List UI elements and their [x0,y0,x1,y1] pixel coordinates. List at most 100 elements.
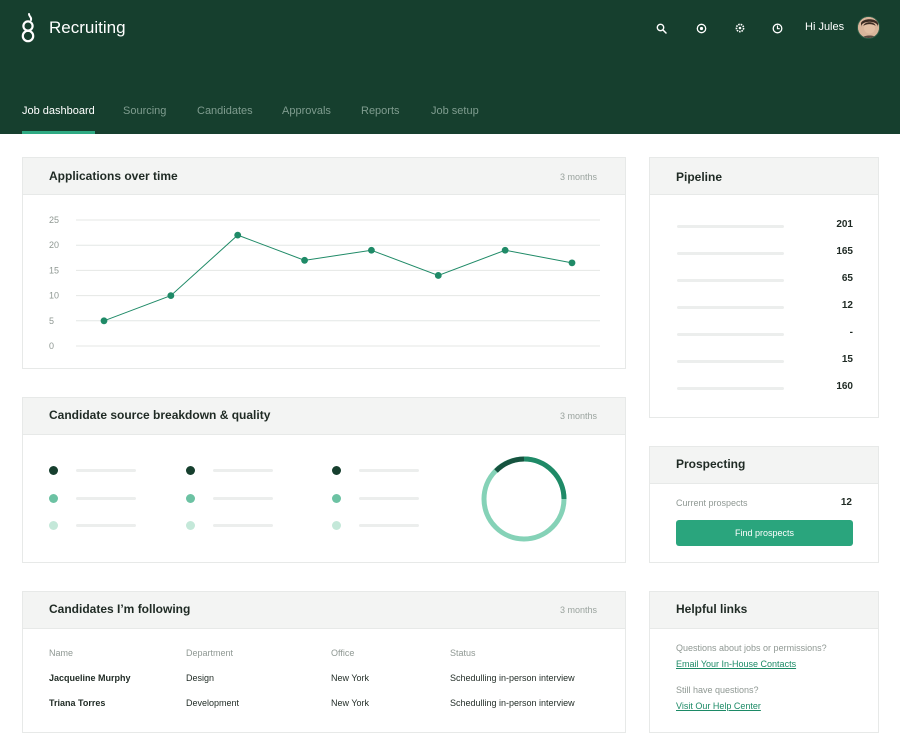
pipeline-card: Pipeline 201 165 65 12 - 15 160 [649,157,879,418]
source-legend-dot [49,521,58,530]
source-legend-dot [49,494,58,503]
following-card: Candidates I’m following 3 months Name D… [22,591,626,733]
data-point[interactable] [167,292,175,299]
data-point[interactable] [234,231,242,239]
tab-candidates[interactable]: Candidates [197,105,253,117]
help-center-link[interactable]: Visit Our Help Center [676,701,761,711]
target-icon[interactable] [693,20,709,36]
data-point[interactable] [568,259,576,267]
candidate-department: Design [186,673,215,683]
pipeline-stage-row[interactable]: 165 [677,246,853,260]
tab-sourcing[interactable]: Sourcing [123,105,166,117]
pipeline-stage-count: 65 [841,273,853,284]
tab-job-setup[interactable]: Job setup [431,105,479,117]
pipeline-stage-count: 12 [841,300,853,311]
applications-line-chart: 0 5 10 15 20 25 [49,215,600,351]
pipeline-stage-count: 15 [841,354,853,365]
source-legend-dot [332,521,341,530]
pipeline-stage-row[interactable]: - [677,327,853,341]
active-tab-indicator [22,131,95,134]
prospecting-title: Prospecting [676,457,746,471]
source-legend-bar [76,469,136,472]
source-card-header: Candidate source breakdown & quality 3 m… [23,398,625,435]
y-tick-label: 20 [49,240,59,250]
y-tick-label: 25 [49,215,59,225]
user-avatar[interactable] [857,16,880,39]
following-card-header: Candidates I’m following 3 months [23,592,625,629]
pipeline-stage-bar [677,360,784,363]
pipeline-stage-count: - [849,327,853,338]
source-legend-dot [186,521,195,530]
candidate-office: New York [331,698,370,708]
data-point[interactable] [434,272,442,279]
pipeline-stage-count: 160 [836,381,853,392]
source-donut-chart [481,456,567,542]
helpful-links-card-header: Helpful links [650,592,878,629]
data-point[interactable] [368,246,375,254]
candidate-name-link[interactable]: Triana Torres [49,698,105,708]
email-contacts-link[interactable]: Email Your In-House Contacts [676,659,796,669]
pipeline-stage-bar [677,279,784,282]
column-header-department: Department [186,648,234,658]
source-legend-bar [213,469,273,472]
pipeline-stage-bar [677,387,784,390]
find-prospects-button[interactable]: Find prospects [676,520,853,546]
tab-reports[interactable]: Reports [361,105,400,117]
pipeline-stage-row[interactable]: 201 [677,219,853,233]
y-tick-label: 0 [49,341,54,351]
pipeline-stage-row[interactable]: 15 [677,354,853,368]
help-question-more: Still have questions? [676,685,759,695]
applications-title: Applications over time [49,169,178,183]
applications-range[interactable]: 3 months [560,172,597,182]
donut-segment-mid [523,456,567,500]
greenhouse-logo [21,13,35,43]
search-icon[interactable] [653,20,669,36]
pipeline-stage-bar [677,225,784,228]
source-legend-dot [332,494,341,503]
candidate-name-link[interactable]: Jacqueline Murphy [49,673,131,683]
applications-card: Applications over time 3 months 0 5 10 15 20… [22,157,626,369]
pipeline-stage-count: 201 [836,219,853,230]
source-legend-dot [49,466,58,475]
source-title: Candidate source breakdown & quality [49,408,271,422]
clock-icon[interactable] [769,20,785,36]
source-legend-bar [359,469,419,472]
candidate-department: Development [186,698,240,708]
source-legend-bar [213,497,273,500]
tab-job-dashboard[interactable]: Job dashboard [22,105,95,117]
candidate-status: Schedulling in-person interview [450,698,575,708]
source-range[interactable]: 3 months [560,411,597,421]
current-prospects-label: Current prospects [676,498,748,508]
pipeline-stage-row[interactable]: 160 [677,381,853,395]
app-title: Recruiting [49,18,126,37]
pipeline-stage-bar [677,252,784,255]
data-point[interactable] [301,256,308,264]
following-title: Candidates I’m following [49,602,191,616]
y-tick-label: 5 [49,316,54,326]
source-legend-bar [359,497,419,500]
candidate-status: Schedulling in-person interview [450,673,575,683]
following-range[interactable]: 3 months [560,605,597,615]
source-legend-dot [186,494,195,503]
gear-icon[interactable] [732,20,748,36]
help-question-permissions: Questions about jobs or permissions? [676,643,827,653]
prospecting-card: Prospecting Current prospects 12 Find pr… [649,446,879,563]
pipeline-stage-count: 165 [836,246,853,257]
pipeline-title: Pipeline [676,170,723,184]
pipeline-stage-row[interactable]: 65 [677,273,853,287]
column-header-office: Office [331,648,355,658]
current-prospects-count: 12 [840,497,852,508]
data-point[interactable] [100,317,108,325]
donut-segment-dark [494,456,525,473]
data-point[interactable] [501,246,509,254]
y-tick-label: 10 [49,291,59,301]
source-legend-bar [213,524,273,527]
column-header-name: Name [49,648,74,658]
helpful-links-card: Helpful links Questions about jobs or pe… [649,591,879,733]
tab-approvals[interactable]: Approvals [282,105,331,117]
y-tick-label: 15 [49,265,59,275]
pipeline-card-header: Pipeline [650,158,878,195]
top-header: Recruiting Hi Jules Job dashboard Sourci… [0,0,900,134]
source-legend-bar [359,524,419,527]
pipeline-stage-row[interactable]: 12 [677,300,853,314]
